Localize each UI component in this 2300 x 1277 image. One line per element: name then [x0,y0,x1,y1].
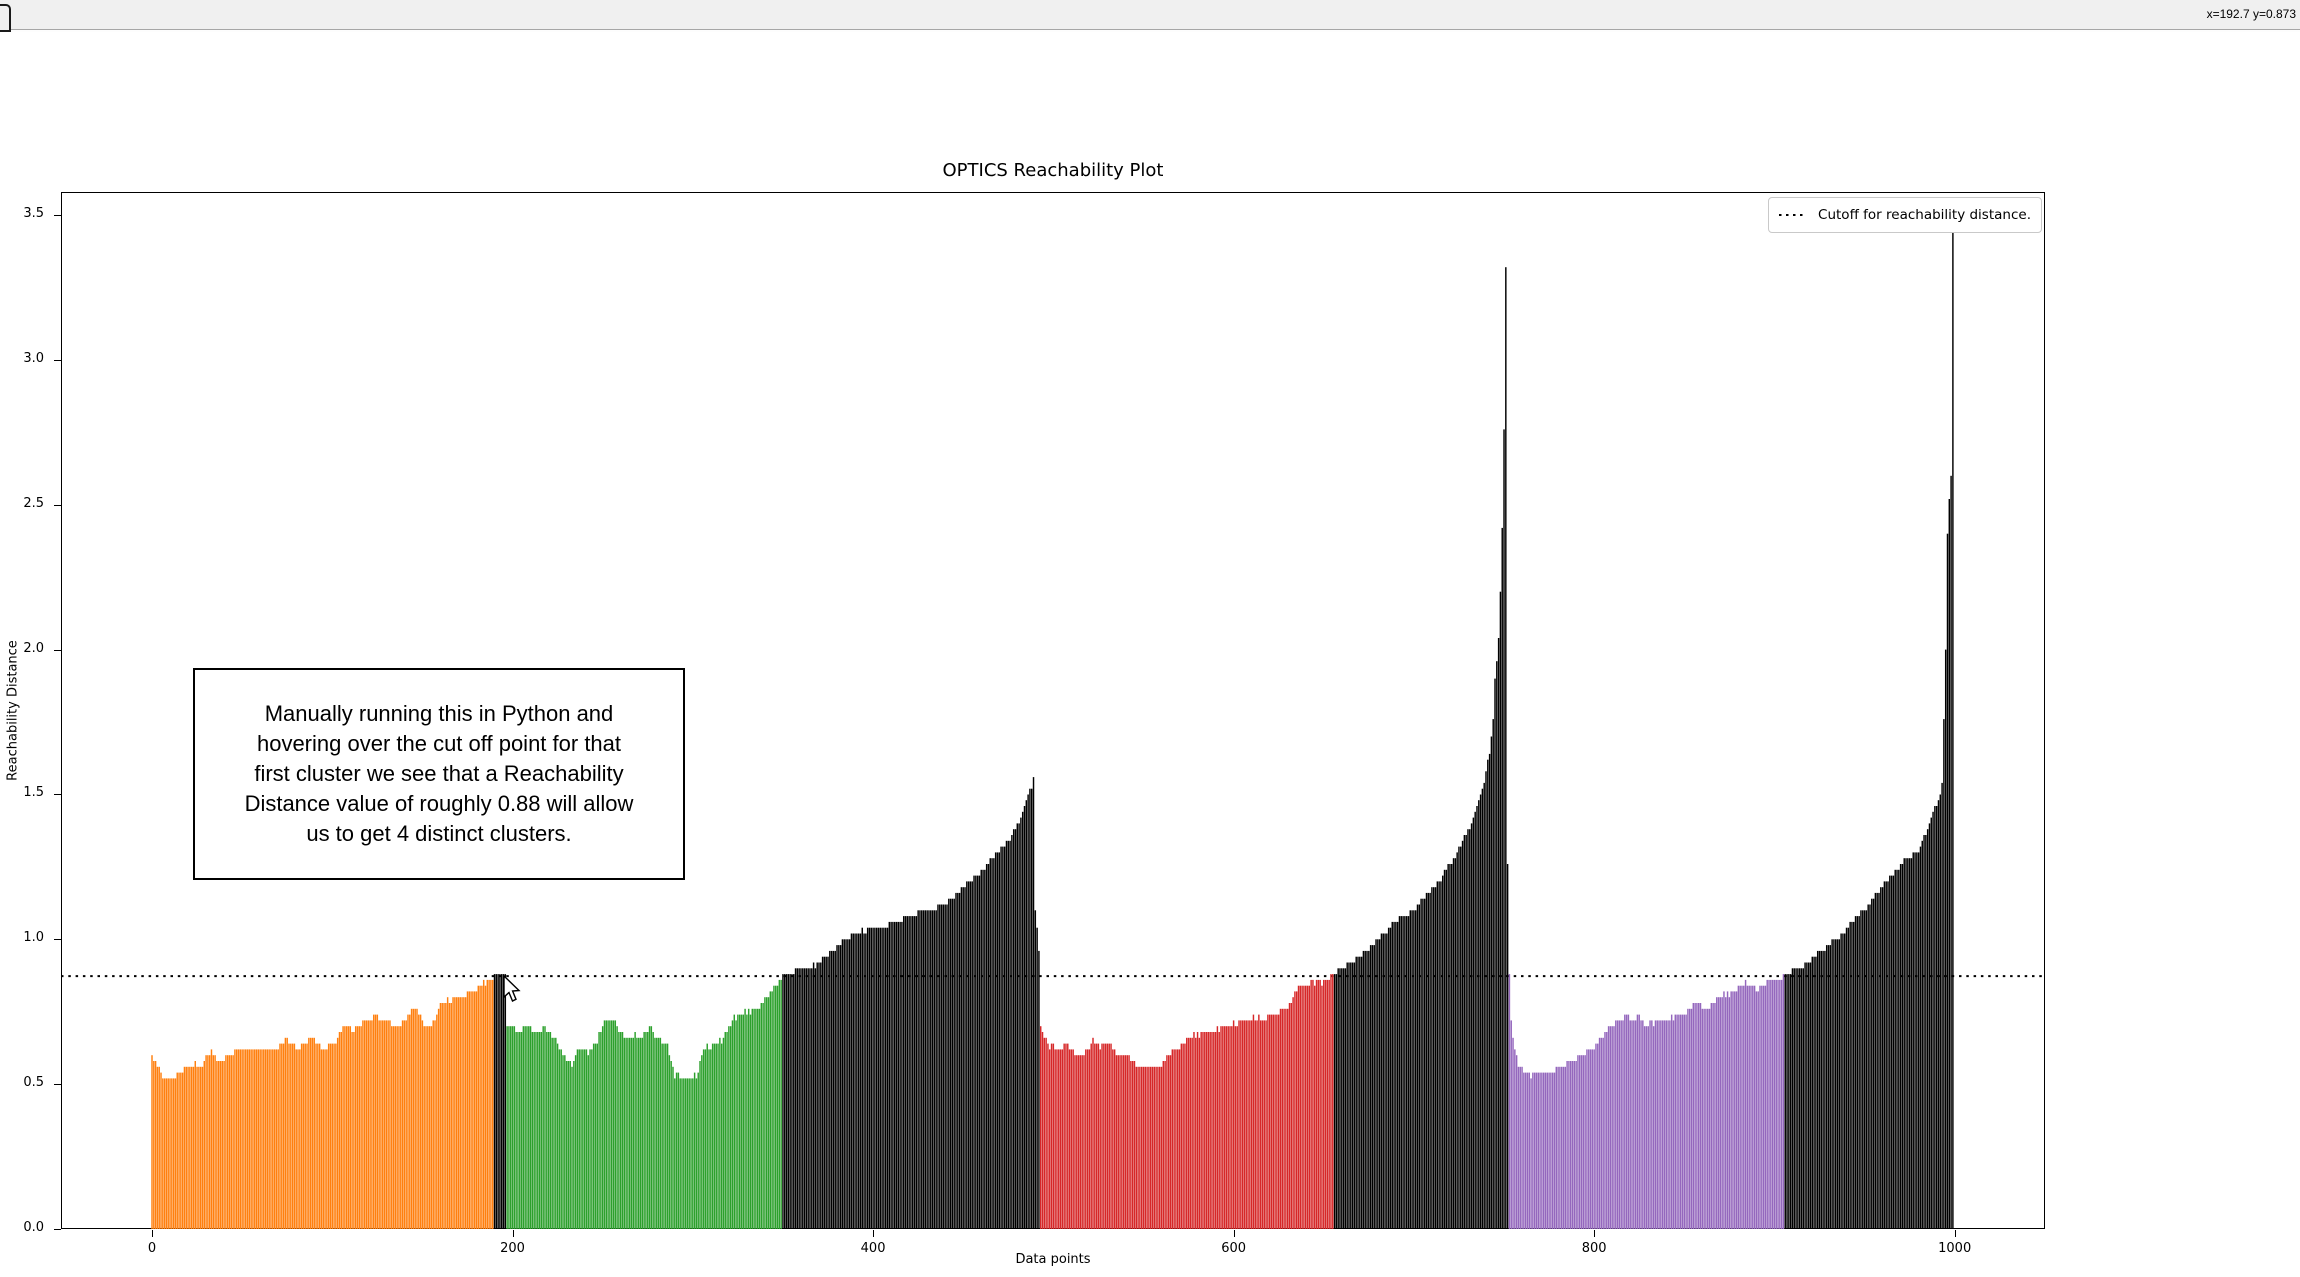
annotation-line: us to get 4 distinct clusters. [306,819,571,849]
bars-layer[interactable] [0,0,2300,1277]
annotation-line: Manually running this in Python and [265,699,614,729]
annotation-line: hovering over the cut off point for that [257,729,621,759]
document-icon [0,4,11,32]
legend: Cutoff for reachability distance. [1768,197,2042,233]
annotation-line: Distance value of roughly 0.88 will allo… [245,789,634,819]
legend-label: Cutoff for reachability distance. [1818,207,2031,223]
dotted-line-swatch [1779,214,1806,216]
cursor-coordinate-readout: x=192.7 y=0.873 [2207,7,2296,21]
matplotlib-window: x=192.7 y=0.873 OPTICS Reachability Plot… [0,0,2300,1277]
window-titlebar: x=192.7 y=0.873 [0,0,2300,30]
annotation-line: first cluster we see that a Reachability [254,759,623,789]
mouse-cursor-icon [503,975,529,1005]
annotation-box: Manually running this in Python andhover… [193,668,685,880]
